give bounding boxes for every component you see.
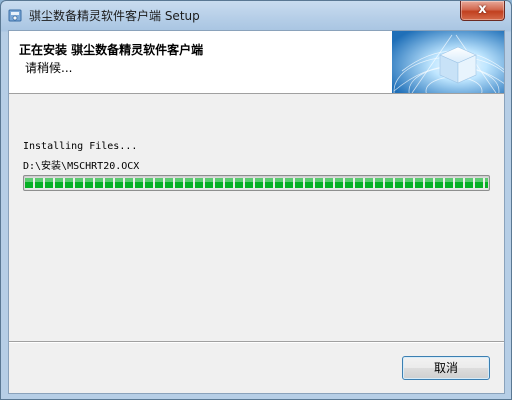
setup-window: 骐尘数备精灵软件客户端 Setup x 正在安装 骐尘数备精灵软件客户端 请稍候…: [0, 0, 512, 400]
close-button[interactable]: x: [460, 1, 505, 21]
close-icon: x: [478, 2, 487, 17]
installer-icon: [8, 9, 22, 22]
window-title: 骐尘数备精灵软件客户端 Setup: [29, 9, 200, 23]
current-file-path: D:\安装\MSCHRT20.OCX: [23, 161, 140, 172]
globe-cube-graphic: [392, 31, 504, 93]
installer-body: 正在安装 骐尘数备精灵软件客户端 请稍候... Installing Files…: [8, 30, 505, 394]
progress-fill: [25, 178, 488, 188]
cancel-button[interactable]: 取消: [402, 356, 490, 380]
header-banner: 正在安装 骐尘数备精灵软件客户端 请稍候...: [9, 31, 504, 94]
footer-divider: [9, 341, 504, 343]
install-progress-bar: [23, 175, 490, 191]
title-bar[interactable]: 骐尘数备精灵软件客户端 Setup x: [1, 1, 511, 30]
header-subtitle: 请稍候...: [25, 61, 73, 75]
status-text: Installing Files...: [23, 141, 138, 152]
header-title: 正在安装 骐尘数备精灵软件客户端: [19, 43, 204, 57]
